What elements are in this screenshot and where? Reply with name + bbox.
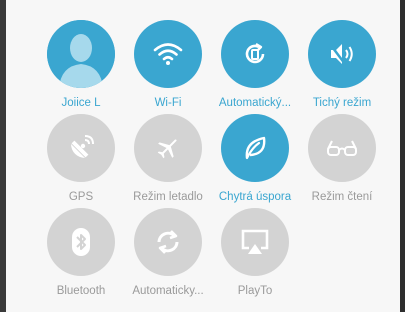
quick-settings-grid: Joiice L Wi-Fi Automatický... Tichý reži… bbox=[6, 0, 400, 312]
sync-icon bbox=[154, 228, 182, 256]
tile-label: Bluetooth bbox=[56, 285, 106, 297]
tile-label: Automaticky... bbox=[132, 285, 204, 297]
tile-circle bbox=[308, 20, 376, 88]
gps-icon bbox=[67, 134, 95, 162]
tile-airplane[interactable]: Režim letadlo bbox=[122, 104, 214, 204]
tile-label: PlayTo bbox=[237, 285, 273, 297]
tile-circle bbox=[134, 208, 202, 276]
tile-auto-rotate[interactable]: Automatický... bbox=[209, 10, 301, 110]
tile-smart-saving[interactable]: Chytrá úspora bbox=[209, 104, 301, 204]
tile-circle bbox=[221, 114, 289, 182]
tile-playto[interactable]: PlayTo bbox=[209, 198, 301, 298]
user-avatar-icon bbox=[47, 20, 115, 88]
tile-user[interactable]: Joiice L bbox=[35, 10, 127, 110]
playto-icon bbox=[240, 228, 270, 256]
airplane-icon bbox=[155, 135, 181, 161]
tile-bluetooth[interactable]: Bluetooth bbox=[35, 198, 127, 298]
tile-silent[interactable]: Tichý režim bbox=[296, 10, 388, 110]
tile-circle bbox=[221, 208, 289, 276]
tile-wifi[interactable]: Wi-Fi bbox=[122, 10, 214, 110]
wifi-icon bbox=[153, 42, 183, 66]
quick-settings-panel: Joiice L Wi-Fi Automatický... Tichý reži… bbox=[6, 0, 400, 312]
tile-circle bbox=[308, 114, 376, 182]
auto-rotate-icon bbox=[241, 40, 269, 68]
silent-mode-icon bbox=[327, 41, 357, 67]
tile-reading-mode[interactable]: Režim čtení bbox=[296, 104, 388, 204]
tile-gps[interactable]: GPS bbox=[35, 104, 127, 204]
tile-circle bbox=[221, 20, 289, 88]
tile-circle bbox=[47, 114, 115, 182]
tile-circle bbox=[134, 114, 202, 182]
user-avatar bbox=[47, 20, 115, 88]
tile-circle bbox=[47, 208, 115, 276]
tile-label: Režim čtení bbox=[311, 191, 373, 203]
bluetooth-icon bbox=[70, 227, 92, 257]
right-edge bbox=[400, 0, 405, 312]
glasses-icon bbox=[326, 139, 358, 157]
tile-auto-sync[interactable]: Automaticky... bbox=[122, 198, 214, 298]
leaf-icon bbox=[242, 134, 268, 162]
tile-circle bbox=[134, 20, 202, 88]
